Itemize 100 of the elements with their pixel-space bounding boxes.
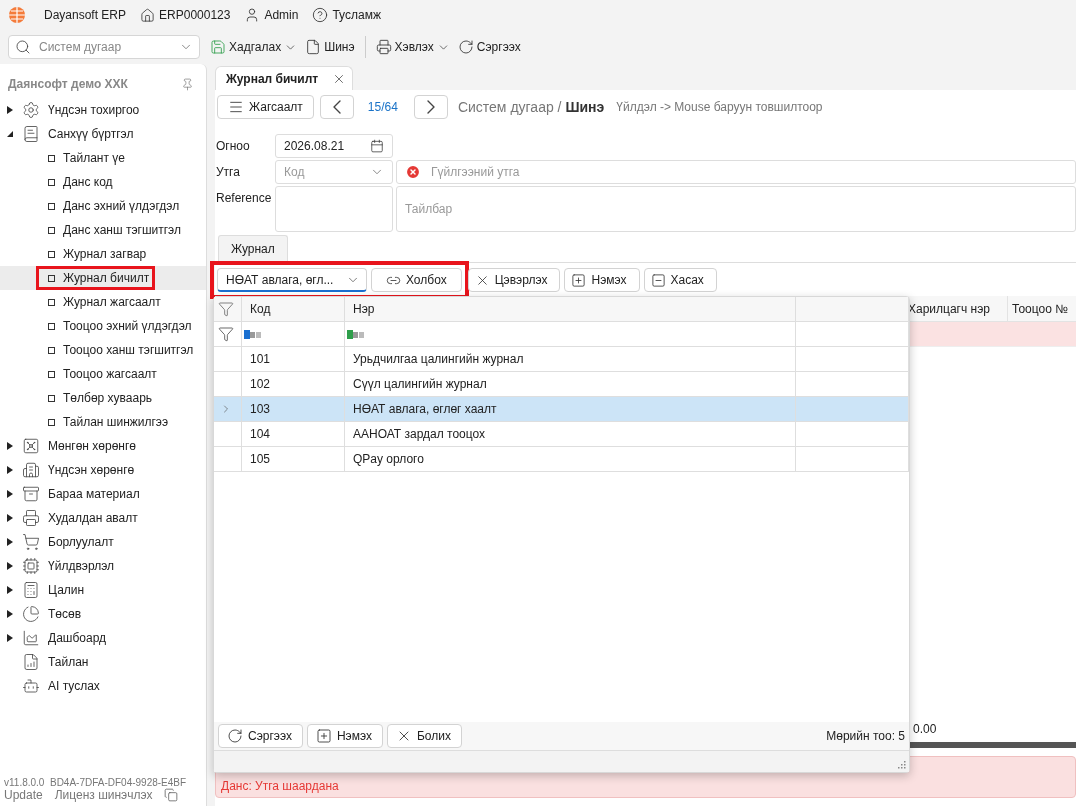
new-button[interactable]: Шинэ bbox=[303, 35, 357, 59]
square-bullet-icon bbox=[48, 274, 55, 282]
renew-license-link[interactable]: Лиценз шинэчлэх bbox=[54, 788, 153, 802]
template-combo[interactable]: НӨАТ авлага, өгл... bbox=[217, 268, 367, 292]
expand-arrow-icon[interactable] bbox=[6, 538, 14, 546]
table-row[interactable]: 105 QPay орлого bbox=[214, 447, 909, 472]
column-header[interactable]: Код bbox=[250, 302, 271, 316]
refresh-button[interactable]: Сэргээх bbox=[455, 35, 523, 59]
square-bullet-icon bbox=[48, 298, 55, 306]
reference-field[interactable] bbox=[275, 186, 393, 232]
sidebar-item[interactable]: Тооцоо эхний үлдэгдэл bbox=[44, 314, 198, 338]
expand-arrow-icon[interactable] bbox=[6, 442, 14, 450]
sidebar-item[interactable]: Төлбөр хуваарь bbox=[44, 386, 159, 410]
pin-icon bbox=[181, 77, 194, 91]
calculator-icon bbox=[22, 581, 40, 599]
expand-arrow-icon[interactable] bbox=[6, 514, 14, 522]
table-cell: 104 bbox=[250, 427, 271, 441]
expand-arrow-icon[interactable] bbox=[6, 466, 14, 474]
table-row[interactable]: 102 Сүүл цалингийн журнал bbox=[214, 372, 909, 397]
chevron-left-icon bbox=[331, 98, 342, 115]
table-cell: QPay орлого bbox=[353, 452, 424, 466]
expand-arrow-icon[interactable] bbox=[6, 490, 14, 498]
sidebar-item[interactable]: Тооцоо ханш тэгшитгэл bbox=[44, 338, 200, 362]
sidebar-item[interactable]: Борлуулалт bbox=[18, 530, 120, 554]
globe-logo-icon bbox=[8, 6, 26, 24]
popup-button[interactable]: Сэргээх bbox=[218, 724, 303, 748]
resize-grip-icon[interactable] bbox=[897, 760, 906, 769]
register-icon bbox=[22, 509, 40, 527]
total-value: 0.00 bbox=[913, 722, 937, 736]
date-field[interactable]: 2026.08.21 bbox=[275, 134, 393, 158]
refresh-icon bbox=[457, 39, 474, 55]
table-row[interactable]: 101 Урьдчилгаа цалингийн журнал bbox=[214, 347, 909, 372]
square-bullet-icon bbox=[48, 202, 55, 210]
scrollbar[interactable] bbox=[907, 742, 1076, 748]
help-link[interactable]: Тусламж bbox=[312, 7, 381, 23]
table-cell: 101 bbox=[250, 352, 271, 366]
sidebar-item[interactable]: AI туслах bbox=[18, 674, 106, 698]
section-tab[interactable]: Журнал bbox=[218, 235, 288, 262]
sidebar-item[interactable]: Үйлдвэрлэл bbox=[18, 554, 120, 578]
save-button[interactable]: Хадгалах bbox=[208, 35, 300, 59]
calendar-icon bbox=[370, 139, 384, 153]
sidebar-item[interactable]: Тайлан bbox=[18, 650, 95, 674]
sidebar-item[interactable]: Үндсэн тохиргоо bbox=[18, 98, 146, 122]
sidebar-item[interactable]: Журнал жагсаалт bbox=[44, 290, 167, 314]
sidebar-item[interactable]: Данс ханш тэгшитгэл bbox=[44, 218, 187, 242]
user-link[interactable]: Admin bbox=[244, 7, 299, 23]
expand-arrow-icon[interactable] bbox=[6, 562, 14, 570]
robot-icon bbox=[22, 677, 40, 695]
print-button[interactable]: Хэвлэх bbox=[373, 35, 452, 59]
sidebar-item[interactable]: Данс код bbox=[44, 170, 119, 194]
sidebar-item[interactable]: Журнал загвар bbox=[44, 242, 153, 266]
version-text: v11.8.0.0 BD4A-7DFA-DF04-9928-E4BF bbox=[4, 777, 188, 788]
table-cell: ААНОАТ зардал тооцох bbox=[353, 427, 486, 441]
document-icon bbox=[305, 39, 322, 55]
popup-button[interactable]: Болих bbox=[387, 724, 462, 748]
sidebar-item[interactable]: Мөнгөн хөрөнгө bbox=[18, 434, 142, 458]
square-bullet-icon bbox=[48, 250, 55, 258]
sidebar-item[interactable]: Төсөв bbox=[18, 602, 88, 626]
list-button[interactable]: Жагсаалт bbox=[217, 94, 314, 119]
square-bullet-icon bbox=[48, 322, 55, 330]
company-code-link[interactable]: ERP0000123 bbox=[140, 7, 231, 23]
update-link[interactable]: Update bbox=[4, 788, 43, 802]
toolbar-button[interactable]: Нэмэх bbox=[564, 268, 640, 292]
collapse-arrow-icon[interactable] bbox=[6, 130, 14, 138]
search-field[interactable]: Систем дугаар bbox=[8, 35, 200, 59]
hint-text: Үйлдэл -> Mouse баруун товшилтоор bbox=[616, 99, 823, 114]
text-type-icon bbox=[244, 329, 262, 339]
row-count: Мөрийн тоо: 5 bbox=[826, 729, 905, 743]
text-type-icon bbox=[347, 329, 365, 339]
column-header[interactable]: Нэр bbox=[353, 302, 375, 316]
popup-button[interactable]: Нэмэх bbox=[306, 724, 383, 748]
sidebar-item[interactable]: Тооцоо жагсаалт bbox=[44, 362, 163, 386]
document-tab[interactable]: Журнал бичилт bbox=[215, 66, 354, 90]
toolbar-button[interactable]: Цэвэрлэх bbox=[467, 268, 561, 292]
sidebar-item[interactable]: Цалин bbox=[18, 578, 91, 602]
table-row[interactable]: 103 НӨАТ авлага, өглөг хаалт bbox=[214, 397, 909, 422]
printer-icon bbox=[375, 39, 392, 55]
sidebar-item[interactable]: Тайлант үе bbox=[44, 146, 131, 170]
refresh-icon bbox=[227, 728, 243, 744]
link-button[interactable]: Холбох bbox=[371, 268, 462, 292]
safe-icon bbox=[22, 437, 40, 455]
sidebar-item[interactable]: Данс эхний үлдэгдэл bbox=[44, 194, 186, 218]
toolbar-button[interactable]: Хасах bbox=[643, 268, 717, 292]
expand-arrow-icon[interactable] bbox=[6, 106, 14, 114]
pie-chart-icon bbox=[22, 605, 40, 623]
sidebar-item[interactable]: Худалдан авалт bbox=[18, 506, 144, 530]
square-bullet-icon bbox=[48, 226, 55, 234]
expand-arrow-icon[interactable] bbox=[6, 586, 14, 594]
field-label: Утга bbox=[216, 164, 241, 181]
table-row[interactable]: 104 ААНОАТ зардал тооцох bbox=[214, 422, 909, 447]
expand-arrow-icon[interactable] bbox=[6, 634, 14, 642]
highlighted-sidebar-item[interactable]: Журнал бичилт bbox=[36, 266, 156, 290]
sidebar-item[interactable]: Санхүү бүртгэл bbox=[18, 122, 140, 146]
sidebar-item[interactable]: Бараа материал bbox=[18, 482, 146, 506]
building-icon bbox=[22, 461, 40, 479]
expand-arrow-icon[interactable] bbox=[6, 610, 14, 618]
sidebar-item[interactable]: Үндсэн хөрөнгө bbox=[18, 458, 141, 482]
sidebar-item[interactable]: Дашбоард bbox=[18, 626, 113, 650]
sidebar-item[interactable]: Тайлан шинжилгээ bbox=[44, 410, 175, 434]
app-title: Dayansoft ERP bbox=[44, 8, 127, 22]
